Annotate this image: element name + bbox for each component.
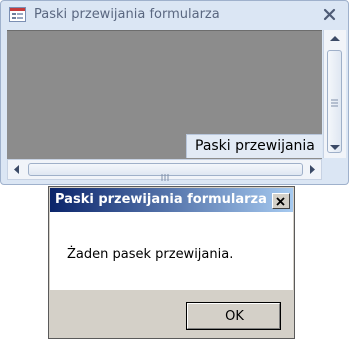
horizontal-scroll-thumb[interactable]: [28, 163, 303, 181]
form-label-box: Paski przewijania: [186, 134, 322, 158]
horizontal-scrollbar[interactable]: [7, 159, 322, 181]
scroll-grip-icon: [331, 94, 338, 107]
form-title: Paski przewijania formularza: [34, 7, 220, 22]
ok-button[interactable]: OK: [186, 302, 281, 330]
form-title-bar[interactable]: Paski przewijania formularza: [1, 1, 348, 29]
ok-button-face: OK: [187, 303, 280, 329]
arrow-right-icon[interactable]: [303, 160, 321, 179]
arrow-down-icon[interactable]: [324, 138, 346, 156]
form-window: Paski przewijania formularza Paski przew…: [0, 0, 349, 185]
dialog-title-bar[interactable]: Paski przewijania formularza: [50, 188, 293, 212]
scroll-grip-icon: [160, 166, 172, 181]
vertical-scrollbar[interactable]: [323, 30, 346, 158]
close-icon[interactable]: [319, 5, 341, 25]
message-dialog: Paski przewijania formularza Żaden pasek…: [48, 186, 295, 339]
dialog-body: Żaden pasek przewijania.: [50, 212, 293, 290]
dialog-message: Żaden pasek przewijania.: [67, 247, 234, 262]
access-form-icon: [9, 7, 26, 22]
arrow-up-icon[interactable]: [324, 30, 346, 48]
close-icon[interactable]: [272, 193, 290, 209]
form-label: Paski przewijania: [195, 138, 315, 154]
arrow-left-icon[interactable]: [8, 160, 26, 179]
ok-button-label: OK: [225, 309, 244, 324]
dialog-title: Paski przewijania formularza: [55, 192, 267, 207]
